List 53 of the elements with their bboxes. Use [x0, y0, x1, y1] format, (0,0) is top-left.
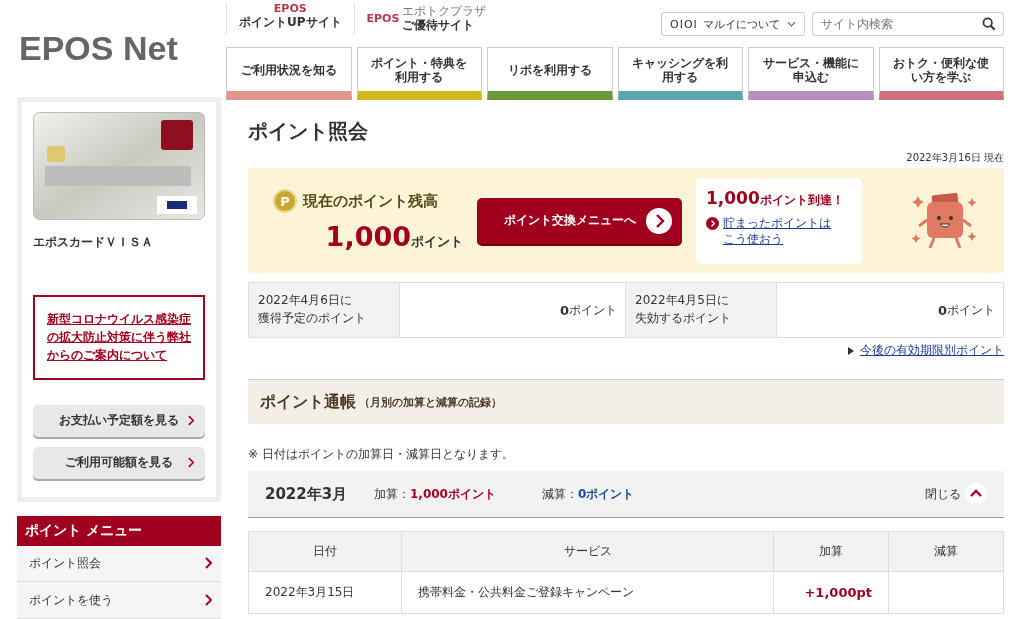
promo-heading: 1,000ポイント到達！ — [706, 187, 845, 209]
nav-tab[interactable]: サービス・機能に申込む — [748, 47, 874, 100]
column-header: 日付 — [248, 531, 402, 572]
dropdown-caret-icon — [787, 21, 796, 27]
sidebar-button[interactable]: ご利用可能額を見る — [33, 446, 205, 479]
nav-tab[interactable]: リボを利用する — [487, 47, 613, 100]
chevron-circle-icon — [965, 483, 987, 505]
as-of-date: 2022年3月16日 現在 — [906, 151, 1004, 165]
balance-label: 現在のポイント残高 — [303, 191, 438, 211]
chevron-right-icon — [205, 594, 213, 607]
column-header: 減算 — [888, 531, 1004, 572]
section-subtitle: （月別の加算と減算の記録） — [359, 394, 502, 410]
chevron-circle-icon — [646, 207, 672, 234]
summary-label: 2022年4月6日に 獲得予定のポイント — [249, 283, 400, 337]
card-name: エポスカードＶＩＳＡ — [33, 233, 154, 251]
table-cell: 2022年3月15日 — [248, 571, 402, 614]
chevron-circle-icon — [706, 216, 719, 230]
marui-dropdown[interactable]: OIOI マルイについて — [661, 12, 805, 36]
expiry-link[interactable]: 今後の有効期限別ポイント — [860, 342, 1004, 359]
search-icon — [982, 17, 996, 31]
summary-value: 0ポイント — [936, 301, 996, 320]
nav-tab[interactable]: おトク・便利な使い方を学ぶ — [878, 47, 1004, 100]
column-header: 加算 — [773, 531, 889, 572]
chevron-right-icon — [188, 456, 195, 468]
exchange-menu-button[interactable]: ポイント交換メニューへ — [477, 197, 682, 244]
chevron-right-icon — [188, 414, 195, 426]
sidebar-button[interactable]: お支払い予定額を見る — [33, 404, 205, 437]
balance-amount: 1,000ポイント — [324, 221, 463, 252]
menu-item[interactable]: ポイントを使う — [17, 582, 221, 619]
menu-item[interactable]: ポイント照会 — [17, 545, 221, 583]
menu-heading: ポイント メニュー — [17, 515, 221, 546]
page-title: ポイント照会 — [248, 118, 369, 145]
nav-tab[interactable]: キャッシングを利用する — [617, 47, 743, 100]
point-icon: P — [273, 189, 297, 213]
month-label: 2022年3月 — [265, 484, 349, 504]
section-title: ポイント通帳 — [260, 391, 356, 413]
collapse-toggle[interactable]: 閉じる — [925, 483, 987, 505]
note-text: ※ 日付はポイントの加算日・減算日となります。 — [248, 446, 515, 463]
triangle-icon — [848, 346, 854, 355]
promo-link[interactable]: 貯まったポイントは こう使おう — [723, 214, 831, 247]
chevron-right-icon — [205, 557, 213, 570]
table-cell: 携帯料金・公共料金ご登録キャンペーン — [401, 571, 774, 614]
deduction-total: 減算：0ポイント — [541, 485, 635, 503]
notice-link[interactable]: 新型コロナウイルス感染症の拡大防止対策に伴う弊社からのご案内について — [47, 309, 191, 364]
column-header: サービス — [401, 531, 774, 572]
nav-tab[interactable]: ポイント・特典を利用する — [356, 47, 482, 100]
partner-site-link[interactable]: EPOS ポイントUPサイト — [226, 2, 354, 34]
nav-tab[interactable]: ご利用状況を知る — [226, 47, 352, 100]
search-field[interactable]: サイト内検索 — [812, 12, 1004, 36]
addition-total: 加算：1,000ポイント — [374, 485, 496, 503]
table-cell: +1,000pt — [773, 571, 889, 614]
summary-label: 2022年4月5日に 失効するポイント — [626, 283, 777, 337]
site-logo[interactable]: EPOS Net — [17, 0, 221, 97]
